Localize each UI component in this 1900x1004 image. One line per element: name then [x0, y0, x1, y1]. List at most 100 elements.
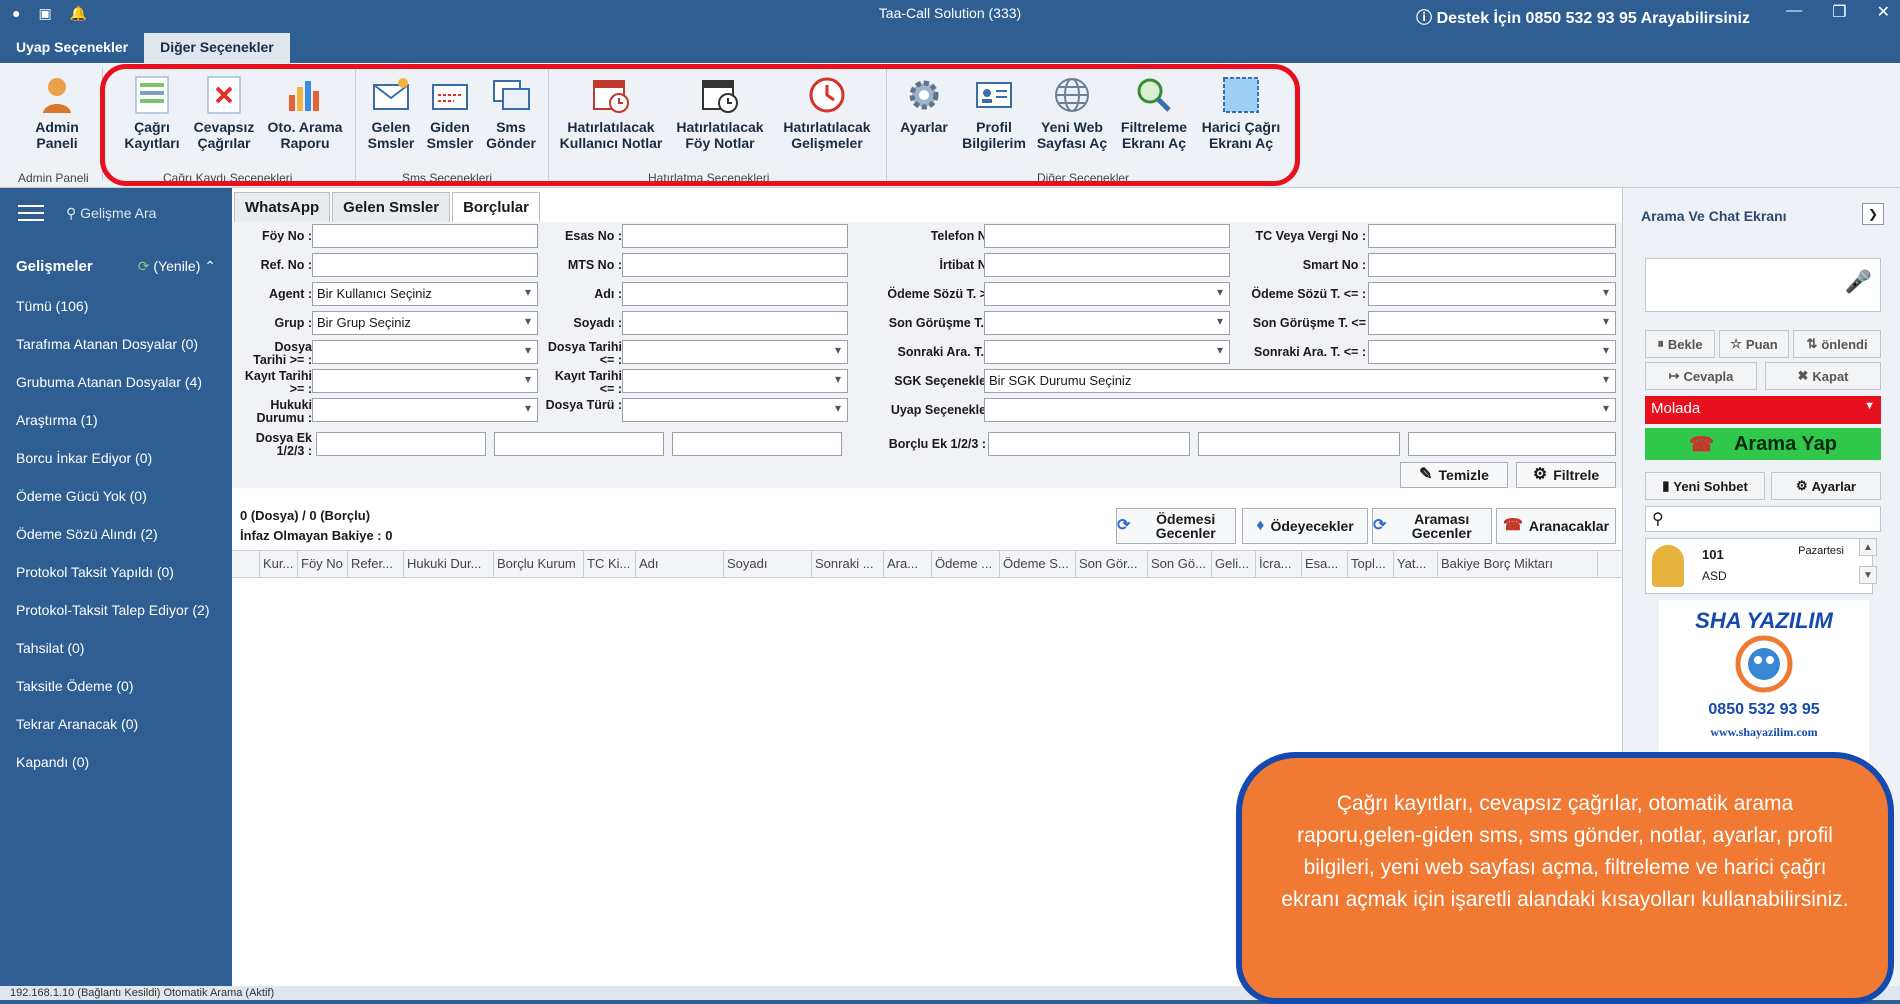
sonraki-ara-lte-select[interactable] [1368, 340, 1616, 364]
mts-no-input[interactable] [622, 253, 848, 277]
dosya-ek-1-input[interactable] [316, 432, 486, 456]
make-call-button[interactable]: ☎ Arama Yap [1645, 428, 1881, 460]
son-gorusme-lte-select[interactable] [1368, 311, 1616, 335]
sidebar-search[interactable]: ⚲ Gelişme Ara [66, 205, 156, 222]
sgk-select[interactable]: Bir SGK Durumu Seçiniz [984, 369, 1616, 393]
sidebar-item-tarafima[interactable]: Tarafıma Atanan Dosyalar (0) [0, 325, 232, 363]
missed-calls-list-button[interactable]: ⟳ Araması Gecenler [1372, 508, 1492, 544]
grid-column[interactable]: Sonraki ... [812, 551, 884, 577]
chat-settings-button[interactable]: ⚙ Ayarlar [1771, 472, 1881, 500]
grid-column[interactable]: Ödeme S... [1000, 551, 1076, 577]
grid-column[interactable]: Esa... [1302, 551, 1348, 577]
answer-button[interactable]: ↦ Cevapla [1645, 362, 1757, 390]
grid-column[interactable]: Hukuki Dur... [404, 551, 494, 577]
hukuki-durumu-select[interactable] [312, 398, 538, 422]
grid-column-select[interactable] [232, 551, 260, 577]
hold-button[interactable]: ⏸ Bekle [1645, 330, 1715, 358]
irtibat-no-input[interactable] [984, 253, 1230, 277]
grid-column[interactable]: Bakiye Borç Miktarı [1438, 551, 1598, 577]
tab-borclular[interactable]: Borçlular [452, 192, 540, 223]
sidebar-item-odeme-gucu[interactable]: Ödeme Gücü Yok (0) [0, 477, 232, 515]
sidebar-item-arastirma[interactable]: Araştırma (1) [0, 401, 232, 439]
sidebar-item-kapandi[interactable]: Kapandı (0) [0, 743, 232, 781]
grid-column[interactable]: Ödeme ... [932, 551, 1000, 577]
grid-column[interactable]: Adı [636, 551, 724, 577]
son-gorusme-gte-select[interactable] [984, 311, 1230, 335]
borclu-ek-2-input[interactable] [1198, 432, 1400, 456]
kayit-tarihi-lte-select[interactable] [622, 369, 848, 393]
sidebar-item-tahsilat[interactable]: Tahsilat (0) [0, 629, 232, 667]
scroll-down-button[interactable]: ▼ [1859, 566, 1877, 584]
grid-column[interactable]: Föy No [298, 551, 348, 577]
overdue-payments-button[interactable]: ⟳ Ödemesi Gecenler [1116, 508, 1236, 544]
tc-vergi-input[interactable] [1368, 224, 1616, 248]
clear-button[interactable]: ✎ Temizle [1400, 462, 1508, 488]
sidebar-item-taksitle-odeme[interactable]: Taksitle Ödeme (0) [0, 667, 232, 705]
scroll-up-button[interactable]: ▲ [1859, 538, 1877, 556]
grid-column[interactable]: Refer... [348, 551, 404, 577]
new-chat-button[interactable]: ▮ Yeni Sohbet [1645, 472, 1765, 500]
hangup-button[interactable]: ✖ Kapat [1765, 362, 1881, 390]
close-icon[interactable]: ✕ [1877, 2, 1890, 22]
restore-icon[interactable]: ❐ [1832, 2, 1846, 22]
dosya-ek-2-input[interactable] [494, 432, 664, 456]
sidebar-item-odeme-sozu[interactable]: Ödeme Sözü Alındı (2) [0, 515, 232, 553]
agent-select[interactable]: Bir Kullanıcı Seçiniz [312, 282, 538, 306]
foy-no-input[interactable] [312, 224, 538, 248]
rate-button[interactable]: ☆ Puan [1719, 330, 1789, 358]
hamburger-icon[interactable] [18, 200, 44, 226]
sidebar-item-grubuma[interactable]: Grubuma Atanan Dosyalar (4) [0, 363, 232, 401]
grid-column[interactable]: Topl... [1348, 551, 1394, 577]
tab-uyap-secenekler[interactable]: Uyap Seçenekler [0, 33, 144, 63]
grid-column[interactable]: Ara... [884, 551, 932, 577]
sidebar-item-tumu[interactable]: Tümü (106) [0, 287, 232, 325]
odeme-sozu-gte-select[interactable] [984, 282, 1230, 306]
to-call-button[interactable]: ☎ Aranacaklar [1496, 508, 1616, 544]
forward-button[interactable]: ⇅ önlendi [1793, 330, 1881, 358]
borclu-ek-1-input[interactable] [988, 432, 1190, 456]
grid-column[interactable]: Geli... [1212, 551, 1256, 577]
dosya-turu-select[interactable] [622, 398, 848, 422]
upcoming-payers-button[interactable]: ♦ Ödeyecekler [1242, 508, 1368, 544]
sonraki-ara-gte-select[interactable] [984, 340, 1230, 364]
grid-column[interactable]: Yat... [1394, 551, 1438, 577]
agent-status-select[interactable]: Molada ▼ [1645, 396, 1881, 424]
minimize-icon[interactable]: — [1786, 2, 1802, 22]
refresh-button[interactable]: ⟳ (Yenile) ⌃ [138, 258, 216, 275]
filter-button[interactable]: ⚙ Filtrele [1516, 462, 1616, 488]
telefon-no-input[interactable] [984, 224, 1230, 248]
smart-no-input[interactable] [1368, 253, 1616, 277]
grup-select[interactable]: Bir Grup Seçiniz [312, 311, 538, 335]
phone-number-input[interactable]: 🎤 [1645, 258, 1881, 312]
tab-diger-secenekler[interactable]: Diğer Seçenekler [144, 33, 290, 63]
soyadi-input[interactable] [622, 311, 848, 335]
ref-no-input[interactable] [312, 253, 538, 277]
admin-panel-button[interactable]: Admin Paneli [17, 75, 97, 151]
sidebar-item-protokol-taksit[interactable]: Protokol Taksit Yapıldı (0) [0, 553, 232, 591]
chat-user-item[interactable]: 101 Pazartesi ASD [1645, 538, 1873, 594]
tab-whatsapp[interactable]: WhatsApp [234, 192, 331, 223]
borclu-ek-3-input[interactable] [1408, 432, 1616, 456]
dosya-tarihi-lte-select[interactable] [622, 340, 848, 364]
grid-column[interactable]: Son Gö... [1148, 551, 1212, 577]
grid-column[interactable]: Soyadı [724, 551, 812, 577]
dosya-ek-3-input[interactable] [672, 432, 842, 456]
uyap-select[interactable] [984, 398, 1616, 422]
sidebar-item-borcu-inkar[interactable]: Borcu İnkar Ediyor (0) [0, 439, 232, 477]
odeme-sozu-lte-select[interactable] [1368, 282, 1616, 306]
grid-column[interactable]: Kur... [260, 551, 298, 577]
sidebar-item-protokol-talep[interactable]: Protokol-Taksit Talep Ediyor (2) [0, 591, 232, 629]
microphone-icon[interactable]: 🎤 [1845, 269, 1872, 295]
esas-no-input[interactable] [622, 224, 848, 248]
collapse-panel-button[interactable]: ❯ [1862, 203, 1884, 225]
adi-input[interactable] [622, 282, 848, 306]
kayit-tarihi-gte-select[interactable] [312, 369, 538, 393]
grid-column[interactable]: Son Gör... [1076, 551, 1148, 577]
grid-column[interactable]: İcra... [1256, 551, 1302, 577]
grid-column[interactable]: Borçlu Kurum [494, 551, 584, 577]
grid-column[interactable]: TC Ki... [584, 551, 636, 577]
tab-gelen-smsler[interactable]: Gelen Smsler [332, 192, 451, 223]
dosya-tarihi-gte-select[interactable] [312, 340, 538, 364]
chat-search-input[interactable]: ⚲ [1645, 506, 1881, 532]
sidebar-item-tekrar-aranacak[interactable]: Tekrar Aranacak (0) [0, 705, 232, 743]
